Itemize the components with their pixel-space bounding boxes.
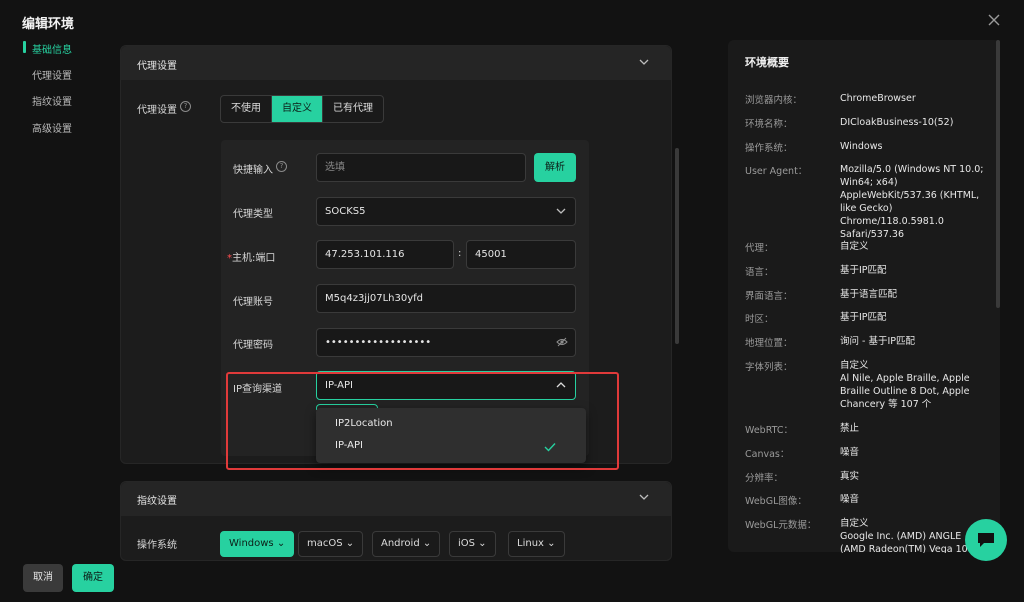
- summary-key: WebGL元数据：: [745, 520, 817, 531]
- chevron-down-icon[interactable]: [638, 491, 650, 503]
- chat-icon: [978, 533, 994, 547]
- summary-value: 禁止: [840, 423, 860, 434]
- summary-value: 自定义: [840, 241, 869, 252]
- support-chat-button[interactable]: [965, 519, 1007, 561]
- os-option-label: iOS: [458, 538, 475, 549]
- proxy-section-header[interactable]: [121, 46, 671, 80]
- host-input[interactable]: 47.253.101.116: [316, 240, 454, 269]
- os-option-label: macOS: [307, 538, 343, 549]
- host-port-label-text: 主机:端口: [232, 253, 276, 264]
- summary-value: 基于IP匹配: [840, 312, 887, 323]
- os-option-windows[interactable]: Windows ⌄: [220, 531, 295, 557]
- os-option-linux[interactable]: Linux ⌄: [508, 531, 565, 557]
- summary-value: 基于语言匹配: [840, 289, 898, 300]
- chevron-down-icon[interactable]: [555, 205, 567, 217]
- os-option-label: Linux: [517, 538, 544, 549]
- proxy-section-title: 代理设置: [137, 61, 177, 72]
- summary-key: 环境名称：: [745, 119, 793, 130]
- summary-value: Windows: [840, 141, 883, 152]
- os-option-android[interactable]: Android ⌄: [372, 531, 441, 557]
- proxy-type-select[interactable]: SOCKS5: [316, 197, 576, 226]
- proxy-mode-custom[interactable]: 自定义: [272, 96, 323, 122]
- account-label: 代理账号: [233, 297, 273, 308]
- os-option-ios[interactable]: iOS ⌄: [449, 531, 496, 557]
- help-icon[interactable]: ?: [276, 161, 287, 172]
- chevron-down-icon[interactable]: [638, 56, 650, 68]
- summary-key: 操作系统：: [745, 143, 793, 154]
- proxy-mode-label: 代理设置: [137, 105, 177, 116]
- summary-value: 基于IP匹配: [840, 265, 887, 276]
- summary-key: WebRTC：: [745, 425, 794, 436]
- os-label: 操作系统: [137, 540, 177, 551]
- dialog-title: 编辑环境: [22, 17, 75, 32]
- summary-key: 浏览器内核：: [745, 95, 803, 106]
- proxy-mode-existing[interactable]: 已有代理: [323, 96, 383, 122]
- port-input[interactable]: 45001: [466, 240, 576, 269]
- summary-value: Mozilla/5.0 (Windows NT 10.0; Win64; x64…: [840, 164, 984, 240]
- summary-key: WebGL图像：: [745, 496, 807, 507]
- help-icon[interactable]: ?: [180, 101, 191, 112]
- quick-input-label: 快捷输入: [233, 165, 273, 176]
- nav-active-indicator: [23, 41, 26, 53]
- summary-value: ChromeBrowser: [840, 93, 916, 104]
- host-port-separator: :: [458, 248, 462, 259]
- summary-key: 代理：: [745, 243, 774, 254]
- summary-key: 时区：: [745, 314, 774, 325]
- sidenav-item-fingerprint[interactable]: 指纹设置: [32, 93, 72, 108]
- proxy-type-label: 代理类型: [233, 209, 273, 220]
- fingerprint-section-title: 指纹设置: [137, 496, 177, 507]
- cancel-button[interactable]: 取消: [23, 564, 63, 592]
- proxy-mode-segmented: 不使用 自定义 已有代理: [220, 95, 384, 123]
- quick-input-field[interactable]: 选填: [316, 153, 526, 182]
- main-scrollbar[interactable]: [675, 148, 679, 344]
- summary-title: 环境概要: [745, 56, 789, 69]
- password-label: 代理密码: [233, 340, 273, 351]
- summary-key: 界面语言：: [745, 291, 793, 302]
- summary-value: 自定义 Al Nile, Apple Braille, Apple Braill…: [840, 360, 970, 410]
- summary-value: DICloakBusiness-10(52): [840, 117, 954, 128]
- proxy-mode-none[interactable]: 不使用: [221, 96, 272, 122]
- account-input[interactable]: M5q4z3jj07Lh30yfd: [316, 284, 576, 313]
- host-port-label: *主机:端口: [227, 249, 275, 264]
- summary-value: 真实: [840, 471, 860, 482]
- summary-key: Canvas：: [745, 449, 790, 460]
- summary-key: 语言：: [745, 267, 774, 278]
- os-option-label: Android: [381, 538, 420, 549]
- summary-value: 询问 - 基于IP匹配: [840, 336, 915, 347]
- password-input[interactable]: ••••••••••••••••••: [316, 328, 576, 357]
- summary-value: 噪音: [840, 447, 860, 458]
- summary-key: 地理位置：: [745, 338, 793, 349]
- close-icon[interactable]: [986, 12, 1002, 28]
- summary-key: User Agent：: [745, 166, 808, 177]
- os-option-macos[interactable]: macOS ⌄: [298, 531, 364, 557]
- fingerprint-section-header[interactable]: [121, 482, 671, 516]
- summary-key: 字体列表：: [745, 362, 793, 373]
- eye-off-icon[interactable]: [556, 336, 568, 348]
- sidenav-item-advanced[interactable]: 高级设置: [32, 120, 72, 135]
- summary-key: 分辨率：: [745, 473, 784, 484]
- summary-value: 自定义 Google Inc. (AMD) ANGLE (AMD Radeon(…: [840, 518, 968, 553]
- summary-value: 噪音: [840, 494, 860, 505]
- parse-button[interactable]: 解析: [534, 153, 576, 182]
- sidenav-item-proxy[interactable]: 代理设置: [32, 67, 72, 82]
- confirm-button[interactable]: 确定: [72, 564, 114, 592]
- sidenav-item-basic-info[interactable]: 基础信息: [32, 41, 72, 56]
- os-option-label: Windows: [229, 538, 274, 549]
- highlight-box: [226, 372, 619, 470]
